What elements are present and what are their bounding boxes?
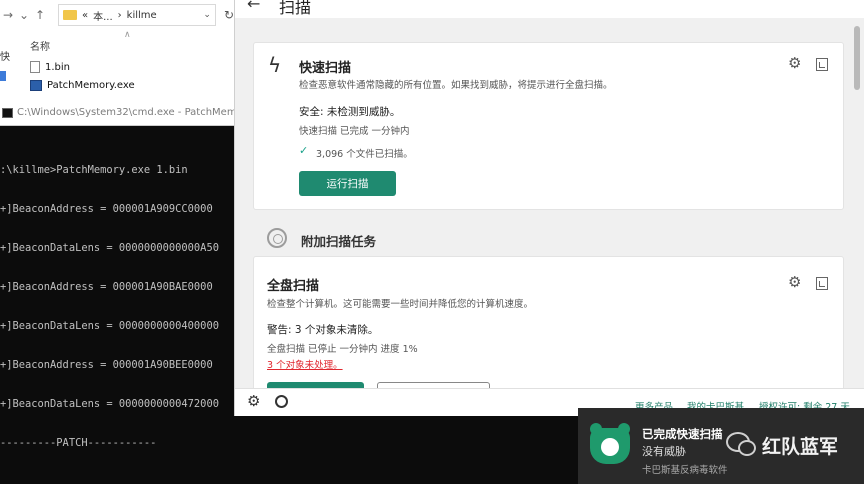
- nav-pane-item-icon: [0, 71, 6, 81]
- bear-face-icon: [601, 438, 619, 456]
- gear-icon[interactable]: ⚙: [788, 54, 801, 72]
- checkmark-icon: ✓: [299, 144, 309, 157]
- files-scanned-count: 3,096 个文件已扫描。: [316, 149, 413, 160]
- cmd-title-bar[interactable]: C:\Windows\System32\cmd.exe - PatchMemor…: [0, 100, 234, 126]
- console-line: +]BeaconAddress = 000001A90BAE0000: [0, 281, 213, 293]
- quick-access-label[interactable]: 快: [0, 48, 14, 63]
- toast-source: 卡巴斯基反病毒软件: [642, 465, 728, 476]
- quick-scan-last-run: 快速扫描 已完成 一分钟内: [299, 126, 410, 137]
- exe-icon: [30, 79, 42, 91]
- target-icon: [267, 228, 287, 248]
- report-icon[interactable]: [816, 277, 828, 290]
- kaspersky-window: ← 扫描 ϟ 快速扫描 检查恶意软件通常隐藏的所有位置。如果找到威胁，将提示进行…: [234, 0, 864, 416]
- kaspersky-header: ← 扫描: [235, 0, 864, 18]
- navigation-pane: 快: [0, 30, 14, 100]
- breadcrumb-item-local[interactable]: 本...: [93, 8, 113, 23]
- quick-scan-description: 检查恶意软件通常隐藏的所有位置。如果找到威胁，将提示进行全盘扫描。: [299, 80, 613, 91]
- breadcrumb-separator: ›: [117, 9, 122, 21]
- sort-arrow-icon: ∧: [124, 30, 131, 40]
- back-arrow-icon[interactable]: ←: [247, 0, 260, 13]
- console-line: +]BeaconDataLens = 0000000000400000: [0, 320, 219, 332]
- toast-body: 没有威胁: [642, 445, 686, 458]
- file-name: PatchMemory.exe: [47, 79, 135, 91]
- explorer-address-row: → ⌄ ↑ « 本... › killme ⌄ ↻: [0, 0, 234, 30]
- full-scan-status: 警告: 3 个对象未清除。: [267, 324, 379, 336]
- forward-arrow-icon[interactable]: →: [0, 8, 16, 22]
- full-scan-title: 全盘扫描: [267, 279, 320, 294]
- console-line: +]BeaconDataLens = 0000000000472000: [0, 398, 219, 410]
- unresolved-objects-link[interactable]: 3 个对象未处理。: [267, 357, 343, 371]
- additional-tasks-heading: 附加扫描任务: [301, 234, 377, 249]
- console-line: +]BeaconDataLens = 0000000000000A50: [0, 242, 219, 254]
- address-dropdown-icon[interactable]: ⌄: [203, 10, 211, 20]
- folder-icon: [63, 10, 77, 20]
- address-bar[interactable]: « 本... › killme ⌄: [58, 4, 216, 26]
- support-icon[interactable]: [275, 395, 288, 408]
- page-title: 扫描: [279, 0, 312, 17]
- console-line: +]BeaconAddress = 000001A909CC0000: [0, 203, 213, 215]
- column-header-name[interactable]: 名称: [30, 38, 50, 53]
- gear-icon[interactable]: ⚙: [788, 273, 801, 291]
- toast-title: 已完成快速扫描: [642, 427, 723, 441]
- settings-gear-icon[interactable]: ⚙: [247, 392, 260, 410]
- kaspersky-bear-icon: [590, 423, 630, 464]
- up-arrow-icon[interactable]: ↑: [32, 8, 48, 22]
- report-icon[interactable]: [816, 58, 828, 71]
- console-output: :\killme>PatchMemory.exe 1.bin +]BeaconA…: [0, 126, 234, 476]
- console-line: :\killme>PatchMemory.exe 1.bin: [0, 164, 188, 176]
- quick-scan-status: 安全: 未检测到威胁。: [299, 106, 401, 118]
- cmd-window[interactable]: C:\Windows\System32\cmd.exe - PatchMemor…: [0, 100, 234, 484]
- breadcrumb-overflow[interactable]: «: [82, 10, 88, 21]
- file-item[interactable]: 1.bin: [30, 59, 70, 75]
- run-scan-button[interactable]: 运行扫描: [299, 171, 396, 196]
- desktop: → ⌄ ↑ « 本... › killme ⌄ ↻ 快 ∧ 名称 1.bin P…: [0, 0, 864, 484]
- breadcrumb-item-killme[interactable]: killme: [127, 10, 157, 21]
- full-scan-description: 检查整个计算机。这可能需要一些时间并降低您的计算机速度。: [267, 299, 534, 310]
- full-scan-progress-text: 全盘扫描 已停止 一分钟内 进度 1%: [267, 344, 418, 355]
- recent-dropdown-icon[interactable]: ⌄: [16, 8, 32, 22]
- cmd-title: C:\Windows\System32\cmd.exe - PatchMemor…: [17, 107, 234, 118]
- file-item[interactable]: PatchMemory.exe: [30, 77, 135, 93]
- quick-scan-title: 快速扫描: [299, 61, 352, 76]
- file-name: 1.bin: [45, 61, 71, 73]
- wechat-icon: [726, 432, 756, 456]
- console-line: ---------PATCH-----------: [0, 437, 157, 449]
- full-scan-card: 全盘扫描 检查整个计算机。这可能需要一些时间并降低您的计算机速度。 ⚙ 警告: …: [253, 256, 844, 407]
- watermark-text: 红队蓝军: [762, 436, 839, 458]
- notification-toast[interactable]: 已完成快速扫描 没有威胁 卡巴斯基反病毒软件 红队蓝军: [578, 408, 864, 484]
- refresh-icon[interactable]: ↻: [224, 8, 234, 22]
- file-explorer-window: → ⌄ ↑ « 本... › killme ⌄ ↻ 快 ∧ 名称 1.bin P…: [0, 0, 234, 100]
- file-icon: [30, 61, 40, 73]
- quick-scan-card: ϟ 快速扫描 检查恶意软件通常隐藏的所有位置。如果找到威胁，将提示进行全盘扫描。…: [253, 42, 844, 210]
- console-line: +]BeaconAddress = 000001A90BEE0000: [0, 359, 213, 371]
- lightning-icon: ϟ: [268, 53, 282, 77]
- cmd-app-icon: [2, 107, 13, 118]
- scrollbar-thumb[interactable]: [854, 26, 860, 90]
